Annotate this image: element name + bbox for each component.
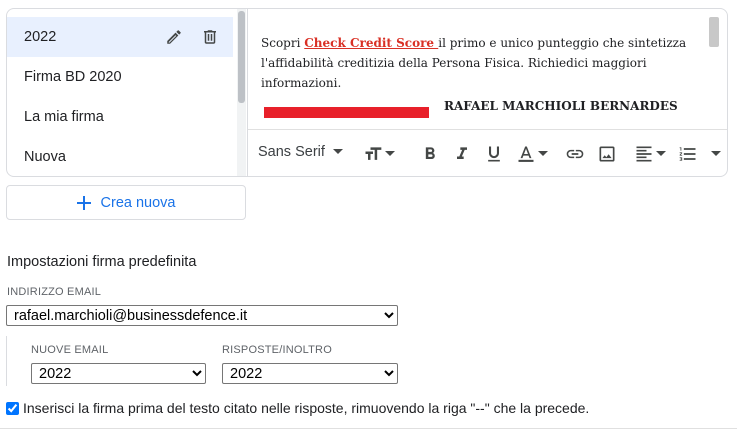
chevron-down-icon [656,151,666,156]
more-icon [711,151,721,156]
check-credit-score-link[interactable]: Check Credit Score [304,36,438,50]
signature-panel: 2022 Firma BD 2020 La mia firma Nuova Sc… [6,8,728,177]
new-email-signature-select[interactable]: 2022 [31,363,206,384]
insert-before-quoted-checkbox[interactable] [6,401,19,415]
insert-before-quoted-option[interactable]: Inserisci la firma prima del testo citat… [6,400,589,416]
email-address-label: INDIRIZZO EMAIL [7,286,102,298]
email-address-select[interactable]: rafael.marchioli@businessdefence.it [6,305,398,326]
underline-button[interactable] [484,144,504,164]
signature-actions [165,28,219,46]
signature-item-2022[interactable]: 2022 [7,17,233,57]
signature-item-firma-bd-2020[interactable]: Firma BD 2020 [7,57,233,97]
create-new-signature-button[interactable]: Crea nuova [6,185,246,220]
font-family-select[interactable]: Sans Serif [258,144,343,160]
signature-item-label: 2022 [24,29,57,45]
text-size-button[interactable] [363,144,395,164]
delete-icon[interactable] [201,28,219,46]
edit-icon[interactable] [165,28,183,46]
more-options-button[interactable] [711,151,721,157]
chevron-down-icon [538,151,548,156]
signature-name: RAFAEL MARCHIOLI BERNARDES [444,99,678,113]
signature-item-label: Nuova [24,149,66,165]
formatting-toolbar: Sans Serif [248,129,727,176]
editor-scrollbar[interactable] [709,17,719,47]
signature-list: 2022 Firma BD 2020 La mia firma Nuova [7,9,247,176]
link-icon [566,149,584,159]
bottom-divider [0,428,737,429]
text-color-button[interactable] [516,144,548,164]
align-button[interactable] [634,144,666,164]
insert-link-button[interactable] [565,144,585,164]
signature-editor[interactable]: Scopri Check Credit Score il primo e uni… [248,9,727,129]
bold-button[interactable] [420,144,440,164]
signature-item-label: La mia firma [24,109,104,125]
default-signature-settings-title: Impostazioni firma predefinita [7,254,197,270]
red-accent-bar [264,107,429,118]
numbered-list-icon [679,147,696,161]
scrollbar-thumb[interactable] [238,11,245,103]
signature-item-label: Firma BD 2020 [24,69,122,85]
font-family-label: Sans Serif [258,144,325,160]
text-size-icon [365,147,382,160]
signature-body-text: Scopri Check Credit Score il primo e uni… [261,33,707,93]
bold-icon [425,147,435,159]
insert-before-quoted-label: Inserisci la firma prima del testo citat… [23,400,590,416]
italic-button[interactable] [452,144,472,164]
create-new-label: Crea nuova [100,194,176,211]
indent-divider [6,336,7,386]
align-icon [636,146,652,162]
italic-icon [457,147,467,159]
new-email-label: NUOVE EMAIL [31,344,109,356]
insert-image-button[interactable] [597,144,617,164]
text-before-link: Scopri [261,36,305,50]
reply-forward-label: RISPOSTE/INOLTRO [222,344,332,356]
signature-item-la-mia-firma[interactable]: La mia firma [7,97,233,137]
signature-item-nuova[interactable]: Nuova [7,137,233,176]
numbered-list-button[interactable] [678,144,698,164]
reply-forward-signature-select[interactable]: 2022 [222,363,398,384]
underline-icon [488,146,500,162]
chevron-down-icon [385,151,395,156]
signature-list-scrollbar[interactable] [237,9,246,176]
chevron-down-icon [332,149,343,154]
text-color-icon [518,146,534,162]
plus-icon [76,195,91,210]
image-icon [599,146,615,162]
